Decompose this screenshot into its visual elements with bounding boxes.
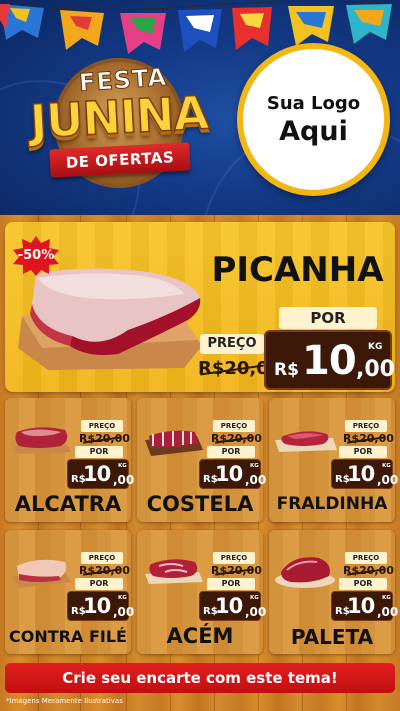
unit: KG <box>250 463 259 469</box>
junina-text: JUNINA <box>28 85 210 150</box>
price-integer: 10 <box>83 594 111 618</box>
product-name: COSTELA <box>146 492 254 516</box>
product-card-costela[interactable]: PREÇO R$20,00 POR R$ 10 KG ,00 COSTELA <box>137 398 266 522</box>
por-label: POR <box>207 446 255 458</box>
price-cents: ,00 <box>113 605 135 619</box>
old-price: R$20,00 <box>211 564 262 577</box>
product-name: ACÉM <box>166 624 234 648</box>
price-cents: ,00 <box>356 357 395 382</box>
logo-placeholder-line1: Sua Logo <box>266 92 361 114</box>
create-flyer-button[interactable]: Crie seu encarte com este tema! <box>5 663 395 693</box>
paleta-image <box>275 557 335 588</box>
disclaimer-text: *Imagens Meramente Ilustrativas <box>6 697 123 705</box>
de-ofertas-text: DE OFERTAS <box>65 148 175 172</box>
featured-preco-label: PREÇO <box>200 334 264 354</box>
product-name: CONTRA FILÉ <box>9 627 127 646</box>
price-cents: ,00 <box>245 605 267 619</box>
header-banner: FESTA JUNINA DE OFERTAS Sua Logo Aqui <box>0 0 400 215</box>
price-integer: 10 <box>83 462 111 486</box>
unit: KG <box>118 595 127 601</box>
price-integer: 10 <box>215 594 243 618</box>
por-label: POR <box>75 446 123 458</box>
new-price: R$ 10 KG ,00 <box>199 591 266 621</box>
preco-label: PREÇO <box>345 420 387 432</box>
encarte-page: FESTA JUNINA DE OFERTAS Sua Logo Aqui -5… <box>0 0 400 711</box>
festa-junina-logo: FESTA JUNINA DE OFERTAS <box>8 58 230 198</box>
unit: KG <box>118 463 127 469</box>
price-integer: 10 <box>215 462 243 486</box>
unit: KG <box>382 595 391 601</box>
price-integer: 10 <box>302 338 357 384</box>
product-card-fraldinha[interactable]: PREÇO R$20,00 POR R$ 10 KG ,00 FRALDINHA <box>269 398 398 522</box>
unit: KG <box>368 342 383 352</box>
old-price: R$20,00 <box>211 432 262 445</box>
por-label: POR <box>75 578 123 590</box>
logo-placeholder-line2: Aqui <box>279 115 348 147</box>
currency: R$ <box>274 360 299 380</box>
contra-file-image <box>13 559 71 588</box>
unit: KG <box>250 595 259 601</box>
new-price: R$ 10 KG ,00 <box>67 591 134 621</box>
product-name: FRALDINHA <box>276 494 388 514</box>
price-cents: ,00 <box>245 473 267 487</box>
featured-por-label: POR <box>279 307 377 329</box>
new-price: R$ 10 KG ,00 <box>331 459 398 489</box>
product-card-contra-file[interactable]: PREÇO R$20,00 POR R$ 10 KG ,00 CONTRA FI… <box>5 530 134 654</box>
acem-image <box>145 559 203 584</box>
preco-label: PREÇO <box>345 552 387 564</box>
de-ofertas-ribbon: DE OFERTAS <box>49 142 191 178</box>
new-price: R$ 10 KG ,00 <box>67 459 134 489</box>
new-price: R$ 10 KG ,00 <box>331 591 398 621</box>
preco-label: PREÇO <box>81 420 123 432</box>
por-label: POR <box>339 446 387 458</box>
preco-label: PREÇO <box>213 420 255 432</box>
old-price: R$20,00 <box>343 564 394 577</box>
product-card-acem[interactable]: PREÇO R$20,00 POR R$ 10 KG ,00 ACÉM <box>137 530 266 654</box>
por-label: POR <box>207 578 255 590</box>
costela-image <box>145 430 203 456</box>
new-price: R$ 10 KG ,00 <box>199 459 266 489</box>
discount-badge: -50% <box>12 236 60 276</box>
por-label: POR <box>339 578 387 590</box>
alcatra-image <box>13 427 71 454</box>
product-name: PALETA <box>290 625 374 649</box>
product-card-alcatra[interactable]: PREÇO R$20,00 POR R$ 10 KG ,00 ALCATRA <box>5 398 134 522</box>
price-integer: 10 <box>347 594 375 618</box>
price-cents: ,00 <box>377 605 399 619</box>
price-cents: ,00 <box>377 473 399 487</box>
discount-text: -50% <box>17 248 55 263</box>
product-name: ALCATRA <box>14 492 122 516</box>
product-card-paleta[interactable]: PREÇO R$20,00 POR R$ 10 KG ,00 PALETA <box>269 530 398 654</box>
price-integer: 10 <box>347 462 375 486</box>
old-price: R$20,00 <box>79 564 130 577</box>
unit: KG <box>382 463 391 469</box>
preco-label: PREÇO <box>81 552 123 564</box>
old-price: R$20,00 <box>79 432 130 445</box>
old-price: R$20,00 <box>343 432 394 445</box>
featured-new-price: R$ 10 KG ,00 <box>264 330 395 390</box>
fraldinha-image <box>275 431 337 452</box>
featured-product-name: PICANHA <box>211 250 384 290</box>
preco-label: PREÇO <box>213 552 255 564</box>
featured-old-price: R$20,00 <box>198 358 281 379</box>
logo-placeholder[interactable]: Sua Logo Aqui <box>237 43 390 196</box>
price-cents: ,00 <box>113 473 135 487</box>
